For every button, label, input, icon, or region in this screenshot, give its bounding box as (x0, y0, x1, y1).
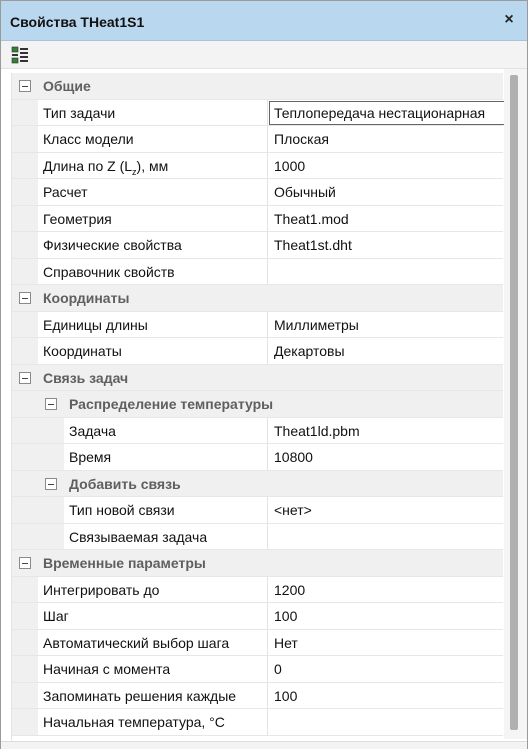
property-value[interactable]: Theat1ld.pbm (274, 423, 360, 439)
property-value[interactable]: 1200 (274, 582, 305, 598)
property-name: Геометрия (43, 210, 112, 227)
property-value[interactable]: Theat1.mod (274, 211, 349, 227)
category-label: Временные параметры (43, 555, 206, 571)
subcategory-label: Распределение температуры (69, 396, 274, 412)
property-name: Время (69, 449, 112, 465)
subcategory-temperature-distribution[interactable]: Распределение температуры (12, 391, 503, 418)
category-task-link[interactable]: Связь задач (12, 364, 503, 391)
subcategory-add-link[interactable]: Добавить связь (12, 470, 503, 497)
property-value[interactable]: 1000 (274, 158, 305, 174)
property-name: Запоминать решения каждые (43, 687, 237, 704)
property-value[interactable]: <нет> (274, 502, 312, 518)
property-row[interactable]: Задача Theat1ld.pbm (12, 417, 503, 444)
property-row[interactable]: Справочник свойств (12, 258, 503, 285)
properties-panel: Свойства THeat1S1 × Общие Тип задачи Теп… (0, 0, 528, 749)
collapse-icon[interactable] (19, 80, 31, 92)
property-name: Шаг (43, 608, 69, 624)
property-value[interactable]: Декартовы (274, 343, 345, 359)
scrollbar-thumb[interactable] (510, 75, 518, 730)
property-value[interactable]: Миллиметры (274, 317, 359, 333)
property-row[interactable]: Связываемая задача (12, 523, 503, 550)
property-row[interactable]: Интегрировать до 1200 (12, 576, 503, 603)
categorized-view-icon (11, 46, 28, 64)
property-name: Длина по Z (Lz), мм (43, 158, 168, 177)
property-row[interactable]: Координаты Декартовы (12, 338, 503, 365)
panel-title: Свойства THeat1S1 (10, 14, 145, 30)
property-name: Автоматический выбор шага (43, 634, 230, 651)
property-name: Расчет (43, 184, 88, 200)
property-name: Класс модели (43, 131, 134, 147)
property-name: Тип новой связи (69, 502, 175, 518)
bottom-bar (1, 741, 527, 749)
category-label: Общие (43, 78, 91, 94)
category-label: Связь задач (43, 369, 129, 386)
property-row[interactable]: Время 10800 (12, 444, 503, 471)
category-coordinates[interactable]: Координаты (12, 285, 503, 312)
property-grid: Общие Тип задачи Теплопередача нестацион… (11, 73, 523, 741)
property-row[interactable]: Класс модели Плоская (12, 126, 503, 153)
property-row[interactable]: Длина по Z (Lz), мм 1000 (12, 152, 503, 179)
property-row[interactable]: Шаг 100 (12, 603, 503, 630)
property-name: Начальная температура, °С (43, 714, 225, 730)
property-row[interactable]: Начиная с момента 0 (12, 656, 503, 683)
property-row[interactable]: Автоматический выбор шага Нет (12, 629, 503, 656)
property-row[interactable]: Геометрия Theat1.mod (12, 205, 503, 232)
property-row[interactable]: Единицы длины Миллиметры (12, 311, 503, 338)
name-prefix: Длина по Z (L (43, 157, 133, 174)
collapse-icon[interactable] (19, 557, 31, 569)
property-row[interactable]: Тип новой связи <нет> (12, 497, 503, 524)
property-value[interactable]: Theat1st.dht (274, 237, 352, 253)
property-name: Задача (69, 422, 116, 439)
property-name: Координаты (43, 343, 122, 359)
property-name: Связываемая задача (69, 528, 208, 545)
property-name: Справочник свойств (43, 263, 175, 280)
property-value[interactable]: 100 (274, 608, 297, 624)
collapse-icon[interactable] (19, 292, 31, 304)
title-bar: Свойства THeat1S1 × (1, 1, 527, 41)
property-name: Начиная с момента (43, 661, 171, 677)
task-type-value-field[interactable]: Теплопередача нестационарная (269, 100, 523, 125)
collapse-icon[interactable] (19, 371, 31, 384)
property-row[interactable]: Физические свойства Theat1st.dht (12, 232, 503, 259)
property-name: Физические свойства (43, 237, 182, 253)
collapse-icon[interactable] (45, 477, 57, 490)
name-suffix: ), мм (136, 157, 169, 174)
category-time-parameters[interactable]: Временные параметры (12, 550, 503, 577)
property-name: Тип задачи (43, 104, 116, 121)
categorized-view-button[interactable] (11, 46, 29, 64)
property-row[interactable]: Запоминать решения каждые 100 (12, 682, 503, 709)
vertical-scrollbar[interactable] (504, 69, 527, 739)
property-value[interactable]: Обычный (274, 184, 336, 200)
collapse-icon[interactable] (45, 398, 57, 410)
category-general[interactable]: Общие (12, 73, 503, 100)
property-value[interactable]: 10800 (274, 449, 313, 465)
category-label: Координаты (43, 290, 130, 306)
property-value[interactable]: 0 (274, 661, 282, 677)
subcategory-label: Добавить связь (69, 475, 181, 492)
property-value[interactable]: 100 (274, 688, 297, 704)
property-value[interactable]: Плоская (274, 131, 329, 147)
property-row[interactable]: Начальная температура, °С (12, 709, 503, 736)
property-name: Единицы длины (43, 316, 148, 333)
property-value[interactable]: Нет (274, 635, 298, 651)
property-row[interactable]: Расчет Обычный (12, 179, 503, 206)
toolbar (1, 41, 527, 69)
property-name: Интегрировать до (43, 581, 160, 598)
close-icon[interactable]: × (501, 12, 517, 28)
property-row[interactable]: Тип задачи Теплопередача нестационарная (12, 99, 523, 126)
